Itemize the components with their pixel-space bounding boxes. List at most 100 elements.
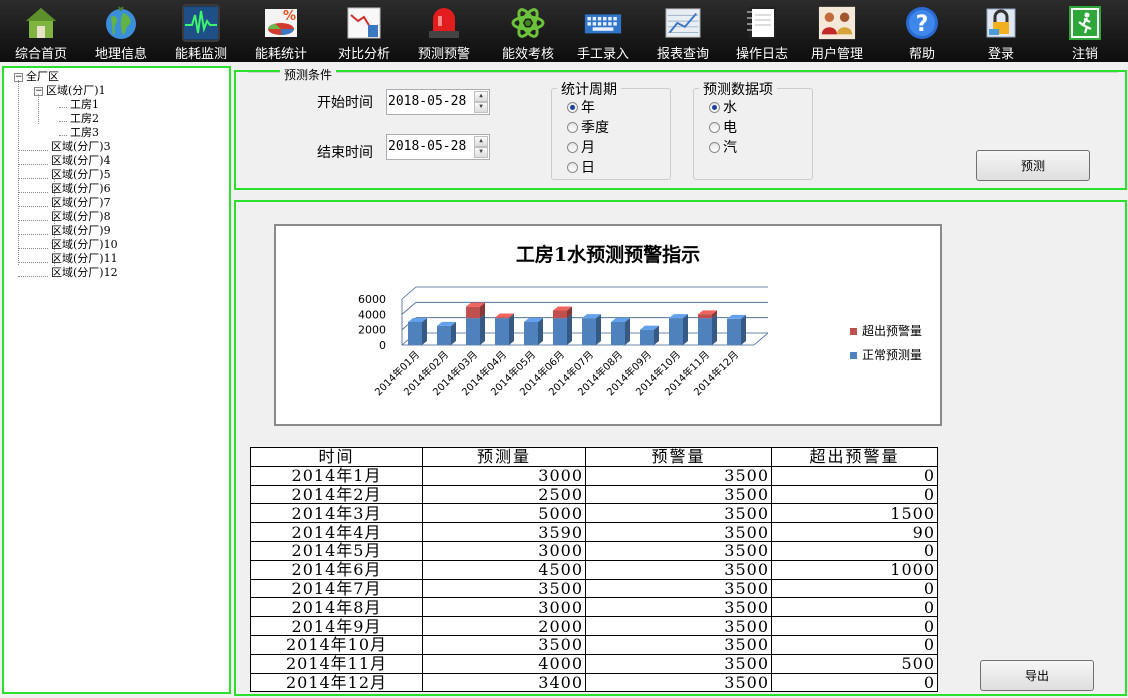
table-cell: 2014年3月 <box>250 503 423 524</box>
radio-button-icon[interactable] <box>567 121 578 133</box>
tree-node-room-2[interactable]: 工房2 <box>14 112 118 126</box>
table-row[interactable]: 2014年1月 3000 3500 0 <box>250 465 938 486</box>
tree-node-region-1[interactable]: − 区域(分厂)1 <box>14 84 118 98</box>
radio-button-icon[interactable] <box>567 101 578 113</box>
table-row[interactable]: 2014年6月 4500 3500 1000 <box>250 559 938 580</box>
end-time-label: 结束时间 <box>317 145 373 161</box>
bar-normal-forecast-side <box>509 314 514 345</box>
toolbar-button-help[interactable]: ? 帮助 <box>894 0 950 62</box>
pie-chart-icon: % <box>262 4 300 42</box>
legend-swatch <box>850 328 857 335</box>
forecast-data-table: 时间 预测量 预警量 超出预警量 2014年1月 3000 3500 0 2014年2月 250… <box>250 447 938 693</box>
table-row[interactable]: 2014年5月 3000 3500 0 <box>250 540 938 561</box>
table-row[interactable]: 2014年2月 2500 3500 0 <box>250 484 938 505</box>
tree-node-region-12[interactable]: 区域(分厂)12 <box>14 266 118 280</box>
tree-node-region-3[interactable]: 区域(分厂)3 <box>14 140 118 154</box>
start-date-spin-down-icon[interactable]: ▼ <box>474 102 488 113</box>
end-date-picker[interactable]: 2018-05-28 ▲ ▼ <box>386 134 490 160</box>
data-item-group-title: 预测数据项 <box>699 79 777 99</box>
table-row[interactable]: 2014年10月 3500 3500 0 <box>250 634 938 655</box>
table-cell: 90 <box>771 522 938 542</box>
radio-button-icon[interactable] <box>567 141 578 153</box>
end-date-spin-down-icon[interactable]: ▼ <box>474 147 488 158</box>
table-row[interactable]: 2014年9月 2000 3500 0 <box>250 616 938 636</box>
toolbar-button-report[interactable]: 报表查询 <box>650 0 716 62</box>
table-row[interactable]: 2014年12月 3400 3500 0 <box>250 672 938 693</box>
toolbar-button-home[interactable]: 综合首页 <box>8 0 74 62</box>
tree-guide-line <box>18 178 48 179</box>
radio-button-icon[interactable] <box>709 121 720 133</box>
radio-button-icon[interactable] <box>709 101 720 113</box>
table-cell: 0 <box>771 465 938 486</box>
column-header[interactable]: 预警量 <box>585 447 772 467</box>
toolbar-button-pulse-monitor[interactable]: 能耗监测 <box>168 0 234 62</box>
bar-normal-forecast <box>582 318 596 345</box>
table-cell: 2014年10月 <box>250 634 423 655</box>
start-date-spin-up-icon[interactable]: ▲ <box>474 91 488 102</box>
period-option-2[interactable]: 季度 <box>567 117 609 137</box>
period-option-1[interactable]: 年 <box>567 97 595 117</box>
legend-swatch <box>850 352 857 359</box>
toolbar-button-keyboard[interactable]: 手工录入 <box>571 0 635 62</box>
column-header[interactable]: 预测量 <box>422 447 586 467</box>
table-cell: 3000 <box>422 597 586 618</box>
table-row[interactable]: 2014年3月 5000 3500 1500 <box>250 503 938 524</box>
toolbar-button-pie-chart[interactable]: % 能耗统计 <box>248 0 314 62</box>
toolbar-button-lock[interactable]: 登录 <box>978 0 1024 62</box>
tree-node-label: 区域(分厂)3 <box>51 140 111 153</box>
radio-button-icon[interactable] <box>709 141 720 153</box>
table-row[interactable]: 2014年11月 4000 3500 500 <box>250 653 938 674</box>
toolbar-button-atom[interactable]: 能效考核 <box>495 0 561 62</box>
export-button[interactable]: 导出 <box>980 660 1094 691</box>
data-item-option-1[interactable]: 水 <box>709 97 737 117</box>
end-date-spin-up-icon[interactable]: ▲ <box>474 136 488 147</box>
period-option-label: 日 <box>581 160 595 176</box>
tree-node-region-8[interactable]: 区域(分厂)8 <box>14 210 118 224</box>
column-header[interactable]: 时间 <box>250 447 423 467</box>
radio-button-icon[interactable] <box>567 161 578 173</box>
data-item-option-2[interactable]: 电 <box>709 117 737 137</box>
toolbar-button-exit[interactable]: 注销 <box>1062 0 1108 62</box>
period-option-4[interactable]: 日 <box>567 157 595 177</box>
table-row[interactable]: 2014年4月 3590 3500 90 <box>250 522 938 542</box>
column-header[interactable]: 超出预警量 <box>771 447 938 467</box>
predict-button[interactable]: 预测 <box>976 150 1090 181</box>
start-date-picker[interactable]: 2018-05-28 ▲ ▼ <box>386 89 490 115</box>
period-option-3[interactable]: 月 <box>567 137 595 157</box>
period-option-label: 年 <box>581 100 595 116</box>
bar-normal-forecast <box>640 329 654 345</box>
toolbar-label: 能耗监测 <box>174 47 227 62</box>
tree-node-room-3[interactable]: 工房3 <box>14 126 118 140</box>
tree-guide-line <box>18 248 48 249</box>
bar-normal-forecast-side <box>480 314 485 345</box>
table-cell: 0 <box>771 540 938 561</box>
tree-node-region-5[interactable]: 区域(分厂)5 <box>14 168 118 182</box>
forecast-chart: 工房1水预测预警指示 6000 4000 2000 0 2014年01月 2014年02月… <box>274 224 942 426</box>
tree-node-region-9[interactable]: 区域(分厂)9 <box>14 224 118 238</box>
toolbar-button-line-chart[interactable]: 对比分析 <box>331 0 397 62</box>
tree-node-region-6[interactable]: 区域(分厂)6 <box>14 182 118 196</box>
table-cell: 3500 <box>585 634 772 655</box>
toolbar-button-notebook[interactable]: 操作日志 <box>730 0 794 62</box>
tree-node-region-7[interactable]: 区域(分厂)7 <box>14 196 118 210</box>
tree-node-root[interactable]: − 全厂区 <box>14 70 118 84</box>
table-row[interactable]: 2014年7月 3500 3500 0 <box>250 578 938 599</box>
end-date-spinner[interactable]: ▲ ▼ <box>474 136 488 158</box>
tree-node-label: 区域(分厂)12 <box>51 266 118 279</box>
tree-guide-line <box>18 276 48 277</box>
tree-node-label: 区域(分厂)6 <box>51 182 111 195</box>
tree-node-region-10[interactable]: 区域(分厂)10 <box>14 238 118 252</box>
toolbar-button-alarm-siren[interactable]: 预测预警 <box>411 0 477 62</box>
toolbar-button-globe[interactable]: 地理信息 <box>88 0 154 62</box>
table-row[interactable]: 2014年8月 3000 3500 0 <box>250 597 938 618</box>
tree-node-room-1[interactable]: 工房1 <box>14 98 118 112</box>
bar-normal-forecast <box>553 318 567 345</box>
data-item-option-3[interactable]: 汽 <box>709 137 737 157</box>
factory-tree: − 全厂区 − 区域(分厂)1 工房1 工房2 工房3 区域(分厂)3 区域(分厂)4 区域(分厂… <box>14 70 118 280</box>
tree-node-region-11[interactable]: 区域(分厂)11 <box>14 252 118 266</box>
toolbar-button-users[interactable]: 用户管理 <box>804 0 870 62</box>
start-date-spinner[interactable]: ▲ ▼ <box>474 91 488 113</box>
table-cell: 3500 <box>585 559 772 580</box>
toolbar-label: 用户管理 <box>810 47 863 62</box>
tree-node-region-4[interactable]: 区域(分厂)4 <box>14 154 118 168</box>
